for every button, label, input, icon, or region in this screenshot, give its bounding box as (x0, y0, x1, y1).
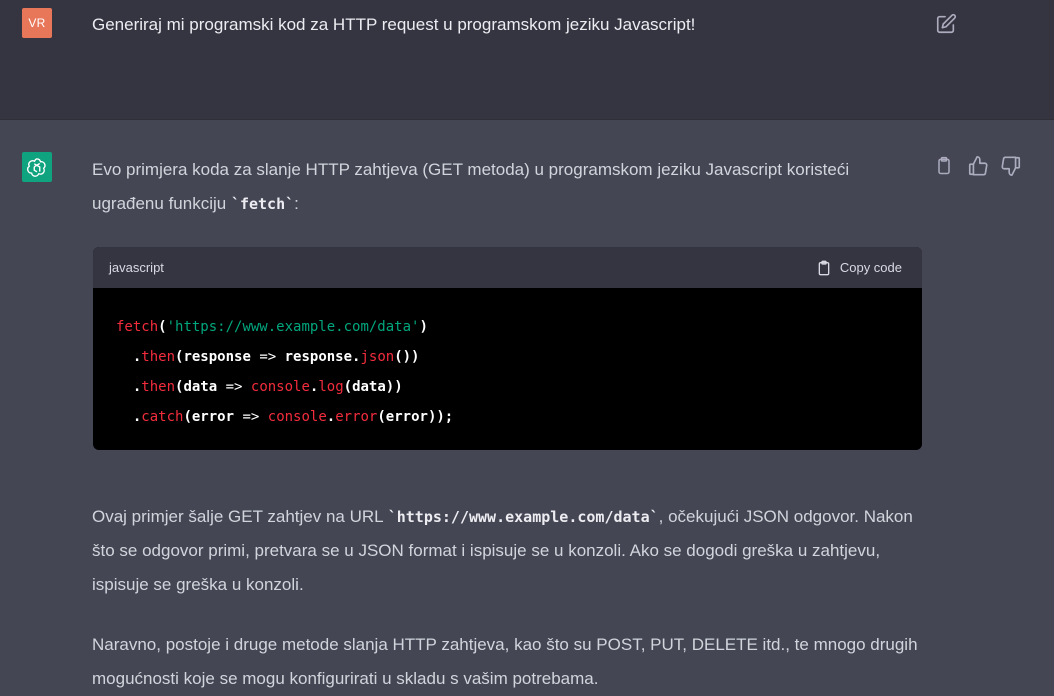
code-token: console (250, 379, 310, 395)
code-token: log (318, 379, 344, 395)
code-token: then (141, 379, 176, 395)
code-block: javascript Copy code fetch('https://www.… (93, 247, 922, 450)
assistant-closing-paragraph: Naravno, postoje i druge metode slanja H… (92, 635, 918, 688)
code-token: 'https://www.example.com/data' (166, 319, 420, 335)
code-token: fetch (116, 319, 159, 335)
code-line: .then(data => console.log(data)) (116, 372, 922, 402)
inline-code-url: `https://www.example.com/data` (387, 508, 659, 526)
code-language-label: javascript (109, 260, 164, 275)
inline-code-fetch: `fetch` (230, 195, 295, 213)
message-actions (934, 155, 1022, 177)
user-avatar-initials: VR (28, 16, 46, 30)
code-token: => (259, 349, 277, 365)
code-token: error (335, 409, 378, 425)
code-token: response. (276, 349, 361, 365)
edit-icon[interactable] (935, 13, 957, 35)
intro-text: Evo primjera koda za slanje HTTP zahtjev… (92, 160, 850, 213)
openai-logo-icon (22, 152, 52, 182)
code-token: console (267, 409, 327, 425)
thumbs-down-icon[interactable] (1000, 155, 1022, 177)
code-line: .then(response => response.json()) (116, 342, 922, 372)
code-token: => (242, 409, 260, 425)
code-line: fetch('https://www.example.com/data') (116, 312, 922, 342)
user-message-text: Generiraj mi programski kod za HTTP requ… (92, 15, 696, 34)
code-token: (response (175, 349, 260, 365)
code-token: => (225, 379, 243, 395)
copy-icon[interactable] (934, 155, 956, 177)
code-token: ) (419, 319, 428, 335)
copy-code-label: Copy code (839, 260, 902, 275)
code-content: fetch('https://www.example.com/data') .t… (93, 288, 922, 432)
code-token: ( (158, 319, 167, 335)
assistant-explanation-paragraph: Ovaj primjer šalje GET zahtjev na URL `h… (92, 500, 922, 602)
code-token: json (360, 349, 395, 365)
code-token: (data)) (343, 379, 403, 395)
assistant-intro-paragraph: Evo primjera koda za slanje HTTP zahtjev… (92, 153, 922, 221)
assistant-message-row: Evo primjera koda za slanje HTTP zahtjev… (0, 121, 1054, 689)
clipboard-icon (818, 260, 830, 275)
code-token: (error (183, 409, 243, 425)
code-line: .catch(error => console.error(error)); (116, 402, 922, 432)
code-token: . (326, 409, 336, 425)
code-token: catch (141, 409, 184, 425)
intro-text-end: : (294, 194, 299, 213)
code-token: . (116, 409, 142, 425)
code-token: . (116, 349, 142, 365)
code-token: then (141, 349, 176, 365)
explanation-text: Ovaj primjer šalje GET zahtjev na URL (92, 507, 388, 526)
code-block-header: javascript Copy code (93, 247, 922, 288)
code-token: . (116, 379, 142, 395)
thumbs-up-icon[interactable] (967, 155, 989, 177)
user-avatar: VR (22, 8, 52, 38)
code-token: ()) (394, 349, 420, 365)
user-message-row: VR Generiraj mi programski kod za HTTP r… (0, 0, 1054, 120)
code-token: (data (175, 379, 226, 395)
code-token: (error)); (377, 409, 454, 425)
copy-code-button[interactable]: Copy code (816, 260, 902, 276)
